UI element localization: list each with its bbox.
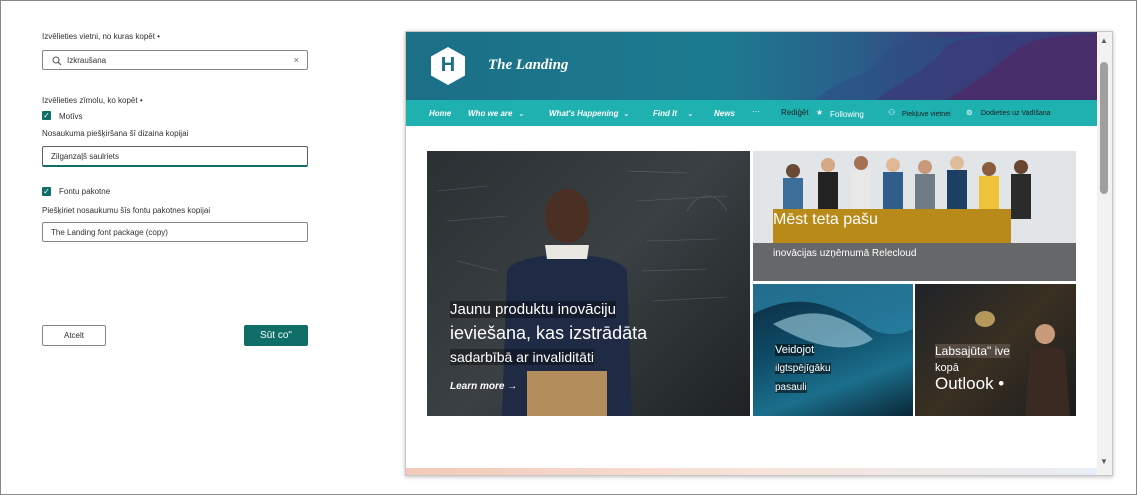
logo-letter: H [440, 54, 456, 76]
nav-news[interactable]: News [714, 109, 735, 118]
following-button[interactable]: Following [830, 110, 864, 119]
learn-more-label: Learn more [450, 381, 505, 392]
chevron-down-icon: ⌄ [687, 109, 694, 118]
share-icon: ⚇ [888, 108, 896, 117]
site-access-button[interactable]: Piekļuve vietnei [902, 111, 951, 118]
font-label: Fontu pakotne [59, 187, 111, 196]
cancel-button[interactable]: Atcelt [42, 325, 106, 346]
send-button[interactable]: Sūt co" [244, 325, 308, 346]
star-icon: ★ [816, 108, 824, 117]
hero-title-line2: ieviešana, kas izstrādāta [450, 323, 648, 343]
font-name-label: Piešķiriet nosaukumu šīs fontu pakotnes … [42, 206, 211, 215]
wave-tile[interactable]: Veidojot ilgtspējīgāku pasauli [753, 284, 913, 416]
search-input[interactable]: Izkraušana × [42, 50, 308, 70]
theme-name-label: Nosaukuma piešķiršana šī dizaina kopijai [42, 129, 189, 138]
go-to-button[interactable]: Dodieties uz Vadīšana [981, 110, 1051, 117]
site-header: H The Landing [406, 32, 1097, 100]
footer-strip [406, 468, 1097, 475]
hero-title-line1: Jaunu produktu inovāciju [450, 301, 616, 318]
nav-who-we-are[interactable]: Who we are [468, 109, 512, 118]
go-icon: ⊚ [966, 108, 973, 117]
team-title: Mēst teta pašu [773, 211, 878, 228]
team-subtitle: inovācijas uzņēmumā Relecloud [773, 248, 917, 259]
banner-waves [816, 32, 1097, 100]
chevron-down-icon: ⌄ [518, 109, 525, 118]
font-checkbox[interactable]: ✓ [42, 187, 51, 196]
hero-title-line3: sadarbībā ar invaliditāti [450, 349, 594, 365]
team-tile[interactable]: Mēst teta pašu inovācijas uzņēmumā Relec… [753, 151, 1076, 281]
site-preview: H The Landing Home Who we are ⌄ What's H… [405, 31, 1113, 476]
outlook-title-line1: Labsajūta" ive [935, 344, 1010, 358]
theme-name-value: Zilganzaļš saulriets [51, 152, 120, 161]
theme-name-field[interactable]: Zilganzaļš saulriets [42, 146, 308, 167]
nav-more[interactable]: ··· [752, 107, 760, 116]
arrow-right-icon: → [507, 381, 518, 392]
site-title[interactable]: The Landing [488, 57, 568, 74]
nav-whats-happening[interactable]: What's Happening [549, 109, 618, 118]
scroll-thumb[interactable] [1100, 62, 1108, 194]
scroll-up-icon[interactable]: ▲ [1100, 36, 1108, 45]
theme-checkbox[interactable]: ✓ [42, 111, 51, 120]
search-value: Izkraušana [67, 56, 107, 65]
font-name-value: The Landing font package (copy) [51, 228, 168, 237]
outlook-title-line2: kopā [935, 362, 959, 374]
hero-photo [436, 170, 728, 416]
search-icon [52, 56, 62, 66]
wave-title-line3: pasauli [775, 382, 807, 393]
site-logo[interactable]: H [428, 46, 468, 86]
elements-label: Izvēlieties zīmolu, ko kopēt • [42, 96, 143, 105]
clear-icon[interactable]: × [294, 51, 299, 70]
chevron-down-icon: ⌄ [623, 109, 630, 118]
hero-tile[interactable]: Jaunu produktu inovāciju ieviešana, kas … [427, 151, 750, 416]
hero-link[interactable]: Learn more → [450, 381, 517, 392]
nav-find-it[interactable]: Find It [653, 109, 677, 118]
preview-scrollbar[interactable]: ▲ ▼ [1097, 32, 1112, 475]
theme-label: Motīvs [59, 112, 83, 121]
nav-home[interactable]: Home [429, 109, 451, 118]
wave-title-line1: Veidojot [775, 344, 815, 356]
site-nav: Home Who we are ⌄ What's Happening ⌄ Fin… [406, 100, 1097, 126]
font-name-field[interactable]: The Landing font package (copy) [42, 222, 308, 242]
wave-title-line2: ilgtspējīgāku [775, 363, 831, 374]
outlook-tile[interactable]: Labsajūta" ive kopā Outlook • [915, 284, 1076, 416]
outlook-title-line3: Outlook • [935, 374, 1005, 393]
location-label: Izvēlieties vietni, no kuras kopēt • [42, 32, 160, 41]
nav-edit[interactable]: Rediģēt [781, 108, 809, 117]
scroll-down-icon[interactable]: ▼ [1100, 457, 1108, 466]
